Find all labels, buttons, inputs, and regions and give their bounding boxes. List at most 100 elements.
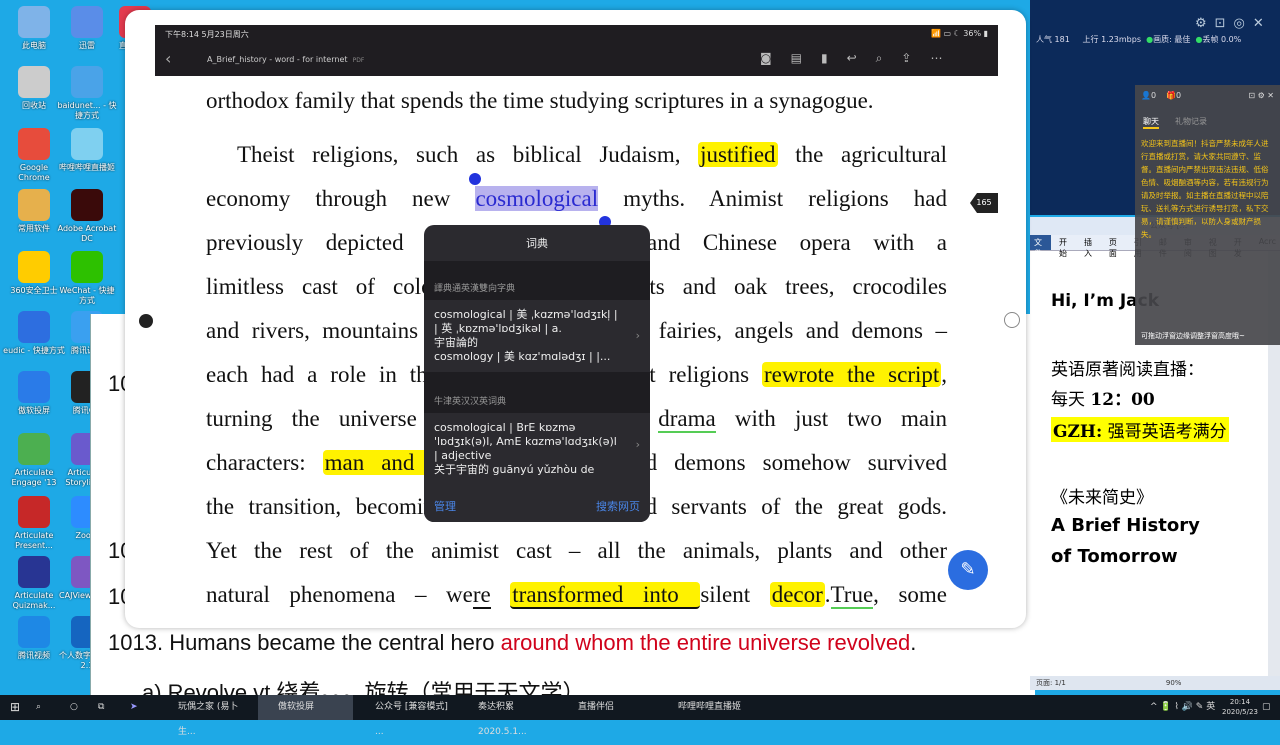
status-icons: 📶 ▭ ☾ 36% ▮: [930, 29, 988, 38]
page-number-badge: 165: [970, 193, 998, 213]
chevron-right-icon: ›: [635, 328, 640, 342]
left-dot[interactable]: [139, 314, 153, 328]
tab-chat[interactable]: 聊天: [1143, 116, 1159, 129]
chat-tabs: 聊天 礼物记录: [1135, 106, 1280, 133]
app-icon: [18, 616, 50, 648]
more-icon[interactable]: ⋯: [930, 51, 942, 66]
dict-entry[interactable]: › cosmological | BrE kɒzmə'lɒdʒɪk(ə)l, Am…: [424, 413, 650, 475]
highlighted-text: justified: [698, 142, 778, 167]
app-icon: [18, 6, 50, 38]
manage-button[interactable]: 管理: [434, 500, 456, 513]
book-title-2: of Tomorrow: [1051, 546, 1178, 567]
chat-controls[interactable]: ⊡ ⚙ ✕: [1248, 91, 1274, 100]
undo-icon[interactable]: ↩: [847, 51, 857, 66]
dict-line: cosmology | 美 kɑz'mɑlədʒɪ | |...: [434, 350, 611, 363]
dict-line: 关于宇宙的 guānyú yǔzhòu de: [434, 463, 595, 475]
app-icon: [71, 189, 103, 221]
time: 12：00: [1090, 390, 1155, 410]
frame-drop: 丢帧 0.0%: [1202, 35, 1242, 44]
taskbar-item[interactable]: 奏达积累 2020.5.1...: [458, 695, 553, 737]
page-count: 页面: 1/1: [1036, 679, 1066, 687]
app-icon: [18, 128, 50, 160]
doc-line: 每天 12：00: [1051, 385, 1155, 410]
camera-icon[interactable]: ◙: [760, 51, 772, 66]
desktop-icon[interactable]: Adobe Acrobat DC: [56, 189, 118, 244]
search-icon[interactable]: ⌕: [876, 51, 883, 66]
text-run: characters:: [206, 450, 306, 475]
dict-line: 宇宙論的: [434, 336, 478, 349]
app-icon: [18, 66, 50, 98]
sentence-red: around whom the entire universe revolved: [500, 630, 911, 655]
text-run: , some: [873, 582, 948, 607]
quality: 画质: 最佳: [1153, 35, 1191, 44]
feishu-icon[interactable]: ➤: [130, 695, 138, 720]
taskbar-item[interactable]: 公众号 [兼容模式] ...: [355, 695, 450, 737]
stream-stats: 人气 181 上行 1.23mbps ●画质: 最佳 ●丢帧 0.0%: [1036, 34, 1241, 45]
gzh-label: GZH:: [1053, 422, 1103, 442]
search-web-button[interactable]: 搜索网页: [596, 498, 640, 514]
taskbar-item[interactable]: 玩偶之家 (易卜生...: [158, 695, 253, 737]
search-icon[interactable]: ⌕: [36, 695, 41, 720]
back-chevron-icon[interactable]: ‹: [165, 49, 171, 68]
ipad-mirror-window[interactable]: 下午8:14 5月23日周六 📶 ▭ ☾ 36% ▮ ‹ A_Brief_his…: [125, 10, 1026, 628]
pdf-text-line: natural phenomena – were transformed int…: [206, 580, 947, 610]
dict-line: | 英 ˌkɒzmə'lɒdʒikəl | a.: [434, 322, 562, 335]
pdf-text-line: Theist religions, such as biblical Judai…: [237, 140, 947, 170]
app-icon: [71, 128, 103, 160]
stream-window-controls[interactable]: ⚙⊡◎✕: [1195, 16, 1272, 31]
dictionary-popup: 词典 譯典通英漢雙向字典 › cosmological | 美 ˌkɑzmə'lɑ…: [424, 225, 650, 522]
start-icon[interactable]: ⊞: [0, 695, 20, 720]
app-icon: [18, 433, 50, 465]
dict-entry[interactable]: › cosmological | 美 ˌkɑzmə'lɑdʒɪkl̩ | | 英 ˌ…: [424, 300, 650, 372]
desktop-icon[interactable]: baidunet... - 快捷方式: [56, 66, 118, 121]
edit-pencil-button[interactable]: ✎: [948, 550, 988, 590]
popularity: 人气 181: [1036, 35, 1070, 44]
text-run: True: [830, 582, 874, 609]
pages-icon[interactable]: ▤: [791, 51, 802, 66]
selection-handle-start[interactable]: [469, 173, 481, 185]
pdf-text-line: economy through new cosmological myths. …: [206, 184, 947, 214]
tab-gift-log[interactable]: 礼物记录: [1175, 116, 1207, 129]
desktop-icon-label: Adobe Acrobat DC: [57, 224, 117, 243]
task-view-icon[interactable]: ⧉: [98, 695, 104, 720]
right-circle-button[interactable]: [1004, 312, 1020, 328]
toolbar: ◙ ▤ ▮ ↩ ⌕ ⇪ ⋯: [760, 51, 942, 66]
text-run: .: [824, 582, 831, 607]
gzh-name: 强哥英语考满分: [1102, 422, 1227, 442]
chat-counts: 👤0 🎁0 ⊡ ⚙ ✕: [1135, 85, 1280, 106]
popup-footer: 管理 搜索网页: [424, 488, 650, 522]
gifts-count: 🎁0: [1166, 91, 1182, 100]
text-run: natural phenomena – we: [206, 582, 473, 607]
bookmark-icon[interactable]: ▮: [821, 51, 828, 66]
desktop-icon[interactable]: 哔哩哔哩直播姬: [56, 128, 118, 173]
ribbon-tab[interactable]: 插入: [1080, 235, 1101, 258]
text-run: with just two main: [734, 406, 947, 431]
desktop-icon[interactable]: WeChat - 快捷方式: [56, 251, 118, 306]
tray-icons[interactable]: ^ 🔋 ⌇ 🔊 ✎ 英: [1150, 695, 1215, 720]
clock[interactable]: 20:14 2020/5/23: [1222, 697, 1258, 717]
book-title-cn: 《未来简史》: [1051, 488, 1153, 508]
ribbon-tab[interactable]: 开始: [1055, 235, 1076, 258]
zoom-level[interactable]: 90%: [1166, 679, 1182, 687]
share-icon[interactable]: ⇪: [901, 51, 911, 66]
live-chat-overlay[interactable]: 👤0 🎁0 ⊡ ⚙ ✕ 聊天 礼物记录 欢迎来到直播间！抖音严禁未成年人进行直播或打赏…: [1135, 85, 1280, 345]
cortana-icon[interactable]: ○: [70, 695, 78, 720]
text: 每天: [1051, 390, 1091, 410]
doc-line: 英语原著阅读直播：: [1051, 360, 1204, 380]
dict-source-name: 牛津英汉汉英词典: [424, 372, 650, 413]
book-title-1: A Brief History: [1051, 515, 1200, 536]
ribbon-tab[interactable]: 页面: [1105, 235, 1126, 258]
notification-icon[interactable]: ▢: [1262, 695, 1271, 720]
app-icon: [71, 66, 103, 98]
taskbar-item[interactable]: 直播伴侣: [558, 695, 653, 720]
line-number: 1013.: [108, 630, 164, 655]
doc-line-1013: 1013. Humans became the central hero aro…: [108, 630, 916, 656]
ribbon-tab[interactable]: 文件: [1030, 235, 1051, 258]
text-run: economy through new: [206, 186, 451, 211]
doc-title: A_Brief_history - word - for internet PD…: [207, 55, 365, 64]
app-icon: [18, 556, 50, 588]
text-run: Yet the rest of the animist cast – all t…: [206, 538, 947, 563]
app-icon: [18, 311, 50, 343]
taskbar-item[interactable]: 傲软投屏: [258, 695, 353, 720]
taskbar-item[interactable]: 哔哩哔哩直播姬: [658, 695, 753, 720]
